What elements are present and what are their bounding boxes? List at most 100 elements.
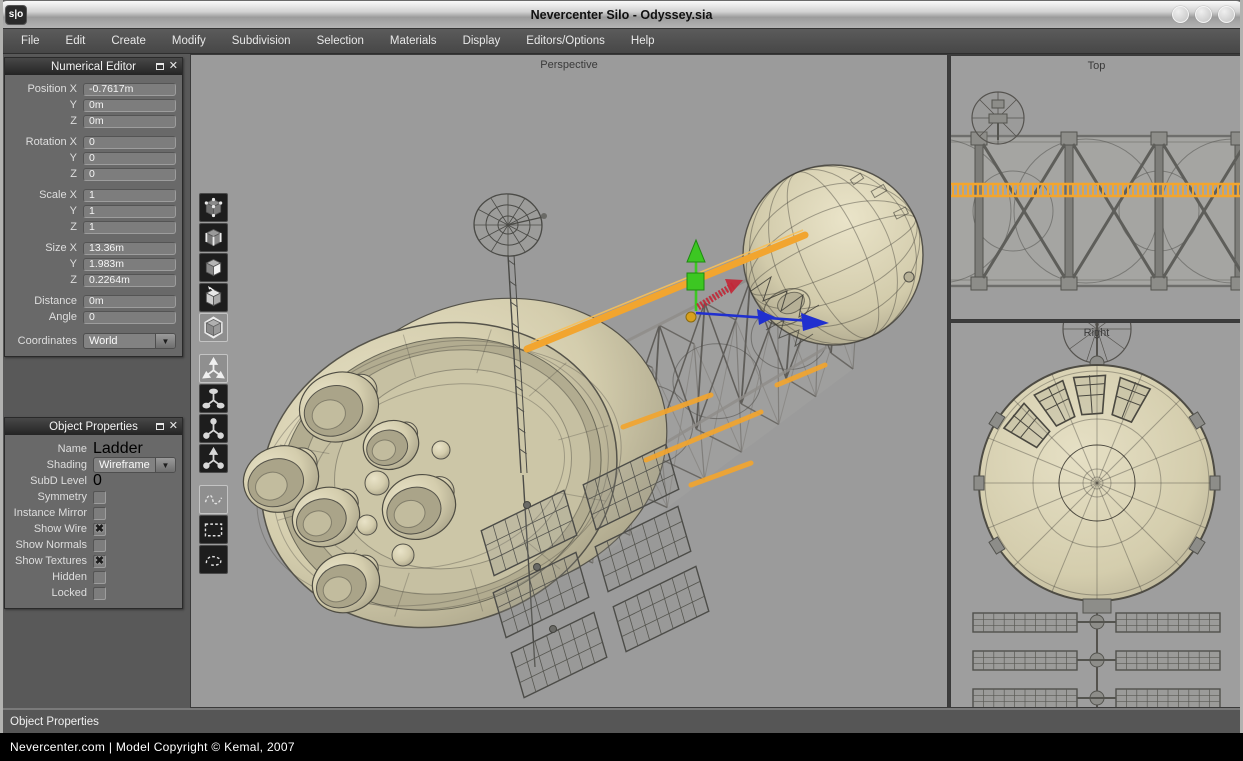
object-properties-panel: Object Properties ✕ NameLadderShadingWir… <box>4 417 183 609</box>
spacecraft-model-top <box>951 56 1242 319</box>
chevron-down-icon[interactable]: ▼ <box>155 334 175 348</box>
move-tool-button[interactable] <box>199 354 228 383</box>
checkbox-label: Hidden <box>7 571 93 583</box>
window-buttons <box>1172 6 1235 23</box>
field-label: Name <box>7 443 93 455</box>
name-field[interactable]: Ladder <box>93 440 143 458</box>
menu-subdivision[interactable]: Subdivision <box>219 29 304 53</box>
menu-editors-options[interactable]: Editors/Options <box>513 29 618 53</box>
field-label: Angle <box>7 311 83 323</box>
paint-select-button[interactable] <box>199 485 228 514</box>
locked-checkbox[interactable] <box>93 587 106 600</box>
rect-select-icon <box>201 517 226 542</box>
sidebar: Numerical Editor ✕ Position X-0.7617mY0m… <box>0 54 190 708</box>
numerical-editor-header[interactable]: Numerical Editor ✕ <box>5 58 182 75</box>
rotate-tool-button[interactable] <box>199 384 228 413</box>
scale-tool-button[interactable] <box>199 414 228 443</box>
menu-edit[interactable]: Edit <box>53 29 99 53</box>
menu-display[interactable]: Display <box>450 29 514 53</box>
rotation-x-field[interactable]: 0 <box>83 136 176 149</box>
panel-restore-icon[interactable] <box>156 423 164 430</box>
multi-mode-icon <box>201 285 226 310</box>
object-properties-header[interactable]: Object Properties ✕ <box>5 418 182 435</box>
checkbox-label: Show Normals <box>7 539 93 551</box>
field-label: Y <box>7 152 83 164</box>
paint-select-icon <box>201 487 226 512</box>
subd-level-field[interactable]: 0 <box>93 472 102 490</box>
spacecraft-model-perspective <box>191 55 947 707</box>
z-field[interactable]: 0m <box>83 115 176 128</box>
field-label: Position X <box>7 83 83 95</box>
panel-close-icon[interactable]: ✕ <box>169 61 178 72</box>
show-textures-checkbox[interactable]: ✖ <box>93 555 106 568</box>
right-viewport[interactable]: Right <box>950 322 1243 708</box>
field-label: Z <box>7 274 83 286</box>
menu-selection[interactable]: Selection <box>304 29 377 53</box>
object-mode-button[interactable] <box>199 313 228 342</box>
minimize-button[interactable] <box>1172 6 1189 23</box>
scale-x-field[interactable]: 1 <box>83 189 176 202</box>
menu-materials[interactable]: Materials <box>377 29 450 53</box>
top-viewport-label: Top <box>951 60 1242 72</box>
menu-create[interactable]: Create <box>98 29 159 53</box>
size-x-field[interactable]: 13.36m <box>83 242 176 255</box>
checkbox-label: Symmetry <box>7 491 93 503</box>
shading-dropdown[interactable]: Wireframe▼ <box>93 457 176 473</box>
menu-file[interactable]: File <box>8 29 53 53</box>
symmetry-checkbox[interactable] <box>93 491 106 504</box>
face-mode-button[interactable] <box>199 253 228 282</box>
menu-help[interactable]: Help <box>618 29 668 53</box>
universal-manipulator-icon <box>201 446 226 471</box>
checkbox-label: Show Textures <box>7 555 93 567</box>
instance-mirror-checkbox[interactable] <box>93 507 106 520</box>
vertex-mode-button[interactable] <box>199 193 228 222</box>
z-field[interactable]: 0 <box>83 168 176 181</box>
close-button[interactable] <box>1218 6 1235 23</box>
y-field[interactable]: 0 <box>83 152 176 165</box>
angle-field[interactable]: 0 <box>83 311 176 324</box>
field-label: Y <box>7 258 83 270</box>
window-frame-left <box>0 0 3 733</box>
field-label: SubD Level <box>7 475 93 487</box>
maximize-button[interactable] <box>1195 6 1212 23</box>
spacecraft-model-right <box>951 323 1242 707</box>
numerical-editor-panel: Numerical Editor ✕ Position X-0.7617mY0m… <box>4 57 183 357</box>
field-label: Distance <box>7 295 83 307</box>
field-label: Coordinates <box>7 335 83 347</box>
position-x-field[interactable]: -0.7617m <box>83 83 176 96</box>
lasso-select-button[interactable] <box>199 545 228 574</box>
z-field[interactable]: 1 <box>83 221 176 234</box>
menu-modify[interactable]: Modify <box>159 29 219 53</box>
chevron-down-icon[interactable]: ▼ <box>155 458 175 472</box>
panel-restore-icon[interactable] <box>156 63 164 70</box>
field-label: Scale X <box>7 189 83 201</box>
y-field[interactable]: 1.983m <box>83 258 176 271</box>
multi-mode-button[interactable] <box>199 283 228 312</box>
status-bar: Object Properties <box>0 708 1243 733</box>
checkbox-label: Locked <box>7 587 93 599</box>
distance-field[interactable]: 0m <box>83 295 176 308</box>
object-mode-icon <box>201 315 226 340</box>
perspective-viewport[interactable]: Perspective <box>190 54 948 708</box>
show-normals-checkbox[interactable] <box>93 539 106 552</box>
field-label: Y <box>7 99 83 111</box>
panel-close-icon[interactable]: ✕ <box>169 421 178 432</box>
side-viewports: Top Right <box>950 54 1243 708</box>
coordinates-dropdown[interactable]: World▼ <box>83 333 176 349</box>
checkbox-label: Show Wire <box>7 523 93 535</box>
titlebar[interactable]: s|o Nevercenter Silo - Odyssey.sia <box>0 0 1243 28</box>
face-mode-icon <box>201 255 226 280</box>
main-content: Numerical Editor ✕ Position X-0.7617mY0m… <box>0 54 1243 708</box>
top-viewport[interactable]: Top <box>950 55 1243 320</box>
app-window: s|o Nevercenter Silo - Odyssey.sia FileE… <box>0 0 1243 733</box>
right-viewport-label: Right <box>951 327 1242 339</box>
show-wire-checkbox[interactable]: ✖ <box>93 523 106 536</box>
y-field[interactable]: 0m <box>83 99 176 112</box>
z-field[interactable]: 0.2264m <box>83 274 176 287</box>
menubar: FileEditCreateModifySubdivisionSelection… <box>0 28 1243 54</box>
rect-select-button[interactable] <box>199 515 228 544</box>
hidden-checkbox[interactable] <box>93 571 106 584</box>
universal-manipulator-button[interactable] <box>199 444 228 473</box>
edge-mode-button[interactable] <box>199 223 228 252</box>
y-field[interactable]: 1 <box>83 205 176 218</box>
